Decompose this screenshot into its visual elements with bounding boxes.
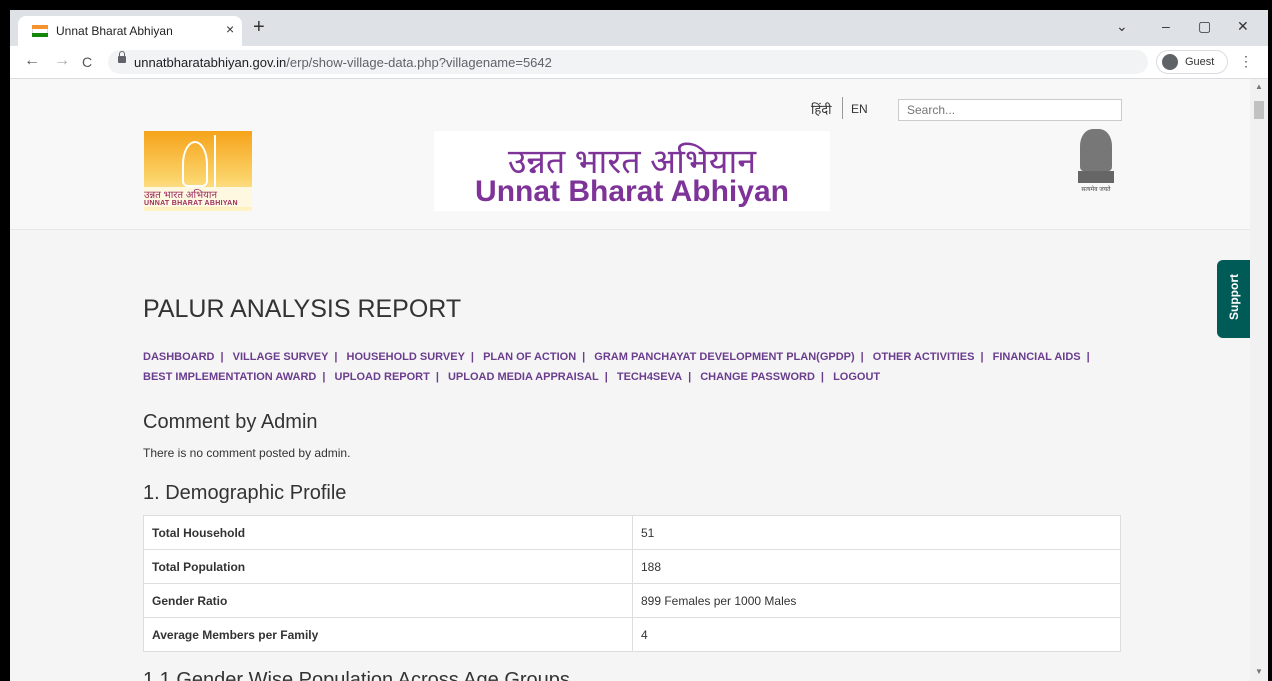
comment-text: There is no comment posted by admin. (143, 446, 351, 460)
tab-search-icon[interactable]: ⌄ (1116, 18, 1128, 35)
nav-tech4seva[interactable]: TECH4SEVA (617, 371, 682, 383)
table-row: Gender Ratio 899 Females per 1000 Males (143, 583, 1121, 618)
avatar-icon (1162, 54, 1178, 70)
table-row: Total Population 188 (143, 549, 1121, 584)
nav-separator: | (980, 351, 984, 363)
url-host: unnatbharatabhiyan.gov.in (134, 55, 287, 70)
new-tab-button[interactable]: + (253, 17, 265, 37)
scroll-down-icon[interactable]: ▼ (1255, 667, 1263, 676)
logo-hindi-text: उन्नत भारत अभियान (144, 187, 252, 201)
minimize-button[interactable]: – (1162, 18, 1170, 34)
nav-separator: | (220, 351, 224, 363)
page-title: PALUR ANALYSIS REPORT (143, 295, 462, 323)
nav-separator: | (470, 351, 474, 363)
nav-separator: | (860, 351, 864, 363)
lang-divider (842, 97, 843, 119)
tab-strip: Unnat Bharat Abhiyan × + ⌄ – ▢ ✕ (10, 10, 1268, 46)
gender-age-heading: 1.1 Gender Wise Population Across Age Gr… (143, 669, 570, 681)
nav-dashboard[interactable]: DASHBOARD (143, 351, 215, 363)
row-value: 899 Females per 1000 Males (632, 583, 1121, 618)
forward-arrow-icon[interactable]: → (54, 52, 70, 70)
walking-stick (214, 135, 216, 187)
profile-button[interactable]: Guest (1156, 50, 1228, 74)
row-label: Gender Ratio (143, 583, 633, 618)
nav-gpdp[interactable]: GRAM PANCHAYAT DEVELOPMENT PLAN(GPDP) (594, 351, 854, 363)
report-nav-row-2: BEST IMPLEMENTATION AWARD | UPLOAD REPORT… (143, 370, 1133, 384)
report-nav-row-1: DASHBOARD | VILLAGE SURVEY | HOUSEHOLD SUR… (143, 350, 1133, 364)
page-scrollbar[interactable]: ▲ ▼ (1250, 79, 1268, 681)
nav-separator: | (688, 371, 692, 383)
row-value: 51 (632, 515, 1121, 550)
nav-household-survey[interactable]: HOUSEHOLD SURVEY (347, 351, 465, 363)
nav-separator: | (322, 371, 326, 383)
browser-toolbar: ← → C unnatbharatabhiyan.gov.in/erp/show… (10, 46, 1268, 79)
tab-title: Unnat Bharat Abhiyan (56, 24, 173, 38)
site-banner: उन्नत भारत अभियान Unnat Bharat Abhiyan (434, 131, 830, 211)
row-label: Total Population (143, 549, 633, 584)
search-input[interactable] (898, 99, 1122, 121)
uba-logo[interactable]: उन्नत भारत अभियान UNNAT BHARAT ABHIYAN (144, 131, 252, 211)
url-path: /erp/show-village-data.php?villagename=5… (286, 55, 552, 70)
nav-separator: | (820, 371, 824, 383)
support-tab[interactable]: Support (1217, 260, 1250, 338)
nav-best-implementation-award[interactable]: BEST IMPLEMENTATION AWARD (143, 371, 316, 383)
row-label: Average Members per Family (143, 617, 633, 652)
more-menu-icon[interactable]: ⋮ (1239, 53, 1253, 70)
nav-upload-report[interactable]: UPLOAD REPORT (335, 371, 430, 383)
nav-separator: | (604, 371, 608, 383)
profile-label: Guest (1185, 56, 1215, 68)
support-label: Support (1227, 274, 1241, 320)
gandhi-figure-icon (182, 141, 208, 187)
table-row: Total Household 51 (143, 515, 1121, 550)
india-flag-icon (32, 25, 48, 37)
close-window-button[interactable]: ✕ (1237, 18, 1249, 35)
nav-change-password[interactable]: CHANGE PASSWORD (700, 371, 815, 383)
row-value: 188 (632, 549, 1121, 584)
banner-english-title: Unnat Bharat Abhiyan (475, 175, 789, 208)
browser-window: Unnat Bharat Abhiyan × + ⌄ – ▢ ✕ ← → C u… (10, 10, 1268, 681)
nav-village-survey[interactable]: VILLAGE SURVEY (233, 351, 329, 363)
emblem-motto: सत्यमेव जयते (1081, 187, 1111, 193)
address-bar[interactable]: unnatbharatabhiyan.gov.in/erp/show-villa… (108, 50, 1148, 74)
nav-financial-aids[interactable]: FINANCIAL AIDS (993, 351, 1081, 363)
nav-plan-of-action[interactable]: PLAN OF ACTION (483, 351, 576, 363)
browser-tab[interactable]: Unnat Bharat Abhiyan × (18, 16, 242, 46)
table-row: Average Members per Family 4 (143, 617, 1121, 652)
restore-button[interactable]: ▢ (1198, 18, 1211, 35)
comment-heading: Comment by Admin (143, 411, 318, 433)
nav-logout[interactable]: LOGOUT (833, 371, 880, 383)
logo-english-text: UNNAT BHARAT ABHIYAN (144, 200, 252, 207)
demographic-heading: 1. Demographic Profile (143, 482, 347, 504)
lang-hindi-link[interactable]: हिंदी (811, 100, 832, 118)
lock-icon[interactable] (118, 51, 126, 63)
nav-separator: | (1086, 351, 1090, 363)
nav-separator: | (435, 371, 439, 383)
url-text: unnatbharatabhiyan.gov.in/erp/show-villa… (134, 55, 552, 70)
close-tab-icon[interactable]: × (226, 21, 234, 37)
nav-separator: | (334, 351, 338, 363)
lang-english-link[interactable]: EN (851, 102, 868, 116)
national-emblem-icon: सत्यमेव जयते (1074, 129, 1118, 199)
row-label: Total Household (143, 515, 633, 550)
page-content: हिंदी EN उन्नत भारत अभियान UNNAT BHARAT … (10, 79, 1250, 681)
scroll-thumb[interactable] (1254, 101, 1264, 119)
demographic-table: Total Household 51 Total Population 188 Ge… (143, 515, 1121, 652)
nav-upload-media-appraisal[interactable]: UPLOAD MEDIA APPRAISAL (448, 371, 599, 383)
nav-other-activities[interactable]: OTHER ACTIVITIES (873, 351, 975, 363)
back-arrow-icon[interactable]: ← (24, 52, 40, 70)
reload-icon[interactable]: C (82, 54, 92, 70)
site-header: हिंदी EN उन्नत भारत अभियान UNNAT BHARAT … (10, 79, 1250, 230)
row-value: 4 (632, 617, 1121, 652)
scroll-up-icon[interactable]: ▲ (1255, 82, 1263, 91)
nav-separator: | (582, 351, 586, 363)
